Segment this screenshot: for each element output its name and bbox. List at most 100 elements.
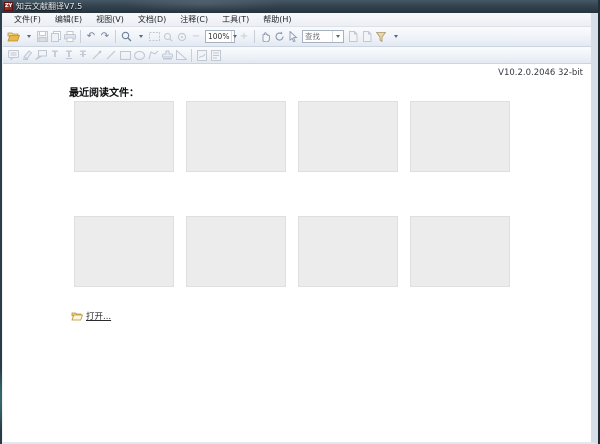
recent-file-thumbnail-5[interactable] (74, 216, 174, 287)
open-file-link[interactable]: 打开... (71, 306, 111, 325)
toolbar-separator (80, 30, 81, 43)
rotate-left-icon: ↶ (86, 30, 96, 42)
open-link-label: 打开... (86, 311, 112, 322)
save-button[interactable] (35, 29, 49, 45)
manage-annotations-button[interactable] (209, 47, 223, 63)
recent-file-thumbnail-4[interactable] (410, 101, 510, 172)
previous-result-button[interactable] (346, 29, 360, 45)
menu-tools[interactable]: 工具(T) (215, 13, 256, 26)
rotate-view-button[interactable] (272, 29, 286, 45)
open-folder-icon (7, 31, 20, 42)
window-frame: 文件(F) 编辑(E) 视图(V) 文档(D) 注释(C) 工具(T) 帮助(H… (2, 13, 598, 444)
save-copy-button[interactable] (49, 29, 63, 45)
caret-down-icon (393, 35, 398, 38)
recent-file-thumbnail-8[interactable] (410, 216, 510, 287)
toolbar-separator (254, 30, 255, 43)
ellipse-annotation-button[interactable] (132, 47, 146, 63)
menu-help[interactable]: 帮助(H) (256, 13, 298, 26)
strikeout-text-icon: T (79, 50, 87, 60)
arrow-icon (92, 50, 102, 60)
menu-comment[interactable]: 注释(C) (173, 13, 215, 26)
underline-text-button[interactable]: T (62, 47, 76, 63)
menu-view[interactable]: 视图(V) (89, 13, 131, 26)
title-bar: ZY 知云文献翻译V7.5 (2, 0, 598, 13)
next-result-button[interactable] (360, 29, 374, 45)
open-file-dropdown[interactable] (21, 29, 35, 45)
select-tool-button[interactable] (286, 29, 300, 45)
underline-text-icon: T (65, 50, 73, 60)
recent-files-grid (74, 101, 510, 287)
line-icon (106, 50, 116, 60)
menu-document[interactable]: 文档(D) (131, 13, 173, 26)
filter-dropdown[interactable] (388, 29, 402, 45)
strikeout-text-button[interactable]: T (76, 47, 90, 63)
app-window: ZY 知云文献翻译V7.5 文件(F) 编辑(E) 视图(V) 文档(D) 注释… (2, 0, 598, 444)
recent-file-thumbnail-3[interactable] (298, 101, 398, 172)
recent-file-thumbnail-2[interactable] (186, 101, 286, 172)
minus-icon: − (191, 30, 201, 42)
line-annotation-button[interactable] (104, 47, 118, 63)
polygon-annotation-button[interactable] (146, 47, 160, 63)
rectangle-icon (119, 50, 131, 60)
loupe-icon (163, 32, 173, 42)
printer-icon (64, 31, 76, 42)
annotation-toolbar: T T T (3, 47, 591, 64)
hand-tool-button[interactable] (258, 29, 272, 45)
sticky-note-button[interactable] (6, 47, 20, 63)
filter-button[interactable] (374, 29, 388, 45)
rectangle-annotation-button[interactable] (118, 47, 132, 63)
callout-icon (35, 50, 47, 60)
highlighter-icon (22, 50, 33, 60)
open-file-button[interactable] (6, 29, 21, 45)
toolbar-separator (115, 30, 116, 43)
find-input-value: 查找 (305, 32, 320, 41)
menu-file[interactable]: 文件(F) (7, 13, 48, 26)
page-next-icon (362, 31, 372, 42)
loupe-zoom-button[interactable] (161, 29, 175, 45)
text-callout-button[interactable] (34, 47, 48, 63)
recent-file-thumbnail-7[interactable] (298, 216, 398, 287)
menu-bar: 文件(F) 编辑(E) 视图(V) 文档(D) 注释(C) 工具(T) 帮助(H… (3, 13, 591, 27)
marquee-zoom-button[interactable] (147, 29, 161, 45)
find-combobox[interactable]: 查找 (302, 30, 344, 43)
zoom-level-combobox[interactable]: 100% (205, 30, 238, 43)
recent-file-thumbnail-6[interactable] (186, 216, 286, 287)
annotation-list-icon (211, 49, 221, 61)
polygon-icon (147, 50, 159, 60)
typewriter-icon: T (51, 50, 59, 60)
sign-document-button[interactable] (195, 47, 209, 63)
marquee-rect-icon (148, 32, 160, 41)
rotate-left-button[interactable]: ↶ (84, 29, 98, 45)
find-combo-dropdown[interactable] (332, 31, 341, 42)
zoom-tool-button[interactable] (119, 29, 133, 45)
pointer-icon (289, 31, 298, 42)
window-title: 知云文献翻译V7.5 (16, 2, 83, 11)
rotate-right-button[interactable]: ↷ (98, 29, 112, 45)
menu-edit[interactable]: 编辑(E) (48, 13, 89, 26)
caret-down-icon (335, 35, 340, 38)
zoom-in-button[interactable]: + (237, 29, 251, 45)
save-copy-icon (50, 31, 62, 42)
print-button[interactable] (63, 29, 77, 45)
zoom-out-button[interactable]: − (189, 29, 203, 45)
ellipse-icon (133, 50, 145, 60)
open-folder-icon (71, 306, 84, 325)
pan-zoom-button[interactable] (175, 29, 189, 45)
recent-file-thumbnail-1[interactable] (74, 101, 174, 172)
save-icon (36, 31, 48, 42)
main-toolbar: ↶ ↷ − 100% + 查找 (3, 27, 591, 47)
magnifier-icon (121, 31, 132, 42)
sign-doc-icon (197, 49, 207, 61)
highlight-button[interactable] (20, 47, 34, 63)
sticky-note-icon (7, 50, 19, 60)
typewriter-button[interactable]: T (48, 47, 62, 63)
zoom-tool-dropdown[interactable] (133, 29, 147, 45)
page-previous-icon (348, 31, 358, 42)
arrow-annotation-button[interactable] (90, 47, 104, 63)
zoom-level-value: 100% (208, 32, 230, 41)
stamp-icon (161, 50, 173, 60)
rotate-right-icon: ↷ (100, 30, 110, 42)
funnel-icon (376, 31, 386, 42)
stamp-button[interactable] (160, 47, 174, 63)
measure-button[interactable] (174, 47, 188, 63)
